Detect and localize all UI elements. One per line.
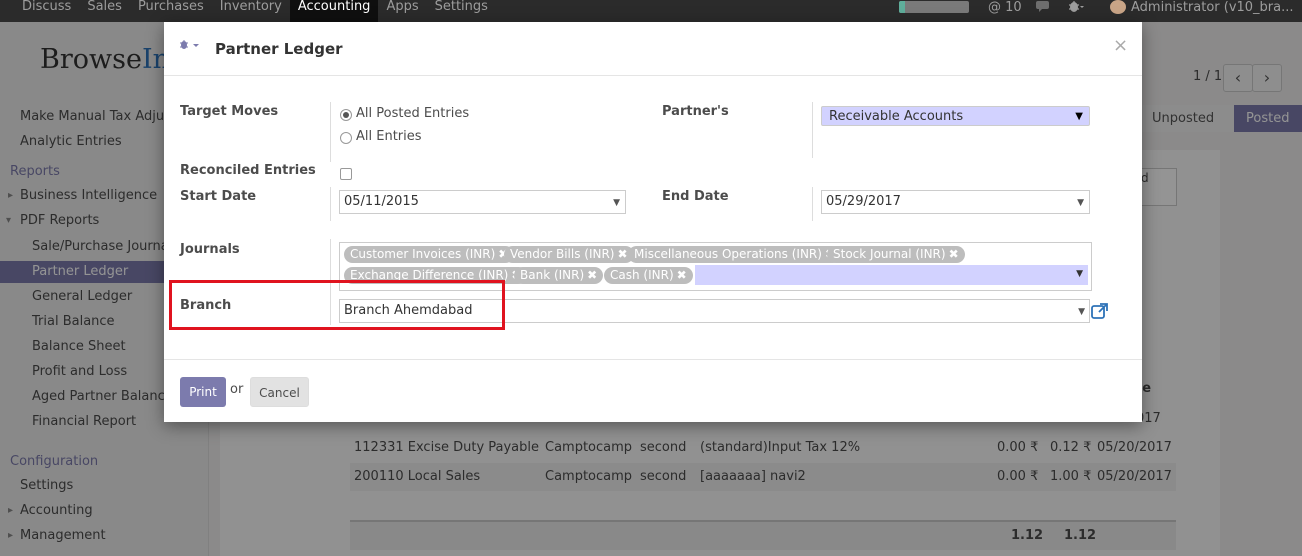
mentions-counter[interactable]: @ 10 bbox=[988, 0, 1022, 15]
journal-tag-label: Vendor Bills (INR) bbox=[510, 247, 615, 261]
main-menu: Discuss Sales Purchases Inventory Accoun… bbox=[14, 0, 496, 22]
journal-tag[interactable]: Stock Journal (INR) ✖ bbox=[827, 246, 965, 263]
avatar bbox=[1110, 0, 1126, 14]
menu-discuss[interactable]: Discuss bbox=[14, 0, 79, 22]
radio-all-posted-label[interactable]: All Posted Entries bbox=[356, 106, 469, 121]
radio-all-posted[interactable] bbox=[340, 109, 352, 121]
journal-tag[interactable]: Cash (INR) ✖ bbox=[604, 267, 693, 284]
journal-tag-label: Miscellaneous Operations (INR) bbox=[634, 247, 822, 261]
journal-tag[interactable]: Customer Invoices (INR)✖ bbox=[344, 246, 515, 263]
progress-fill bbox=[899, 1, 905, 13]
caret-down-icon: ▼ bbox=[1075, 111, 1083, 122]
debug-menu-icon[interactable] bbox=[179, 39, 201, 55]
journal-tag[interactable]: Vendor Bills (INR) ✖ bbox=[504, 246, 634, 263]
close-icon[interactable]: × bbox=[1113, 35, 1128, 56]
partner-ledger-dialog: Partner Ledger × Target Moves All Posted… bbox=[164, 22, 1142, 422]
start-date-value: 05/11/2015 bbox=[344, 194, 419, 209]
top-navbar: Discuss Sales Purchases Inventory Accoun… bbox=[0, 0, 1302, 22]
journals-search-input[interactable]: ▼ bbox=[695, 265, 1088, 285]
field-divider bbox=[812, 187, 813, 221]
end-date-input[interactable]: 05/29/2017 ▼ bbox=[821, 190, 1090, 214]
remove-tag-icon[interactable]: ✖ bbox=[587, 268, 597, 282]
user-name: Administrator (v10_bra... bbox=[1131, 0, 1294, 15]
or-text: or bbox=[230, 382, 244, 397]
journal-tag-label: Bank (INR) bbox=[520, 268, 585, 282]
progress-bar[interactable] bbox=[899, 1, 969, 13]
menu-inventory[interactable]: Inventory bbox=[212, 0, 290, 22]
user-menu[interactable]: Administrator (v10_bra... bbox=[1110, 0, 1294, 15]
field-divider bbox=[330, 102, 331, 162]
menu-accounting[interactable]: Accounting bbox=[289, 0, 379, 22]
target-moves-label: Target Moves bbox=[180, 104, 279, 119]
radio-all-entries[interactable] bbox=[340, 132, 352, 144]
chat-icon[interactable] bbox=[1036, 0, 1052, 18]
caret-down-icon: ▼ bbox=[1078, 307, 1085, 317]
print-button[interactable]: Print bbox=[180, 377, 226, 407]
radio-all-entries-label[interactable]: All Entries bbox=[356, 129, 422, 144]
end-date-label: End Date bbox=[662, 189, 729, 204]
start-date-input[interactable]: 05/11/2015 ▼ bbox=[339, 190, 626, 214]
journal-tag[interactable]: Bank (INR) ✖ bbox=[514, 267, 604, 284]
partners-select-value: Receivable Accounts bbox=[829, 109, 964, 124]
journal-tag-label: Stock Journal (INR) bbox=[833, 247, 946, 261]
field-divider bbox=[330, 187, 331, 221]
field-divider bbox=[812, 102, 813, 158]
remove-tag-icon[interactable]: ✖ bbox=[618, 247, 628, 261]
menu-purchases[interactable]: Purchases bbox=[130, 0, 212, 22]
external-link-icon[interactable] bbox=[1091, 302, 1109, 320]
cancel-button[interactable]: Cancel bbox=[250, 377, 309, 407]
remove-tag-icon[interactable]: ✖ bbox=[677, 268, 687, 282]
dialog-footer: Print or Cancel bbox=[164, 359, 1142, 423]
reconciled-checkbox[interactable] bbox=[340, 168, 352, 180]
branch-highlight-box bbox=[169, 280, 505, 330]
dialog-header: Partner Ledger × bbox=[164, 22, 1142, 76]
journals-label: Journals bbox=[180, 242, 240, 257]
journal-tag-label: Customer Invoices (INR) bbox=[350, 247, 496, 261]
menu-sales[interactable]: Sales bbox=[79, 0, 130, 22]
start-date-label: Start Date bbox=[180, 189, 257, 204]
partners-select[interactable]: Receivable Accounts ▼ bbox=[821, 106, 1090, 126]
journal-tag[interactable]: Miscellaneous Operations (INR)✖ bbox=[628, 246, 842, 263]
end-date-value: 05/29/2017 bbox=[826, 194, 901, 209]
journal-tag-label: Cash (INR) bbox=[610, 268, 674, 282]
menu-settings[interactable]: Settings bbox=[427, 0, 496, 22]
menu-apps[interactable]: Apps bbox=[378, 0, 426, 22]
caret-down-icon: ▼ bbox=[613, 198, 620, 208]
reconciled-label: Reconciled Entries bbox=[180, 163, 316, 178]
partners-label: Partner's bbox=[662, 104, 729, 119]
caret-down-icon: ▼ bbox=[1077, 198, 1084, 208]
dialog-title: Partner Ledger bbox=[215, 40, 343, 58]
debug-icon[interactable] bbox=[1067, 0, 1085, 18]
caret-down-icon: ▼ bbox=[1076, 269, 1083, 279]
remove-tag-icon[interactable]: ✖ bbox=[949, 247, 959, 261]
